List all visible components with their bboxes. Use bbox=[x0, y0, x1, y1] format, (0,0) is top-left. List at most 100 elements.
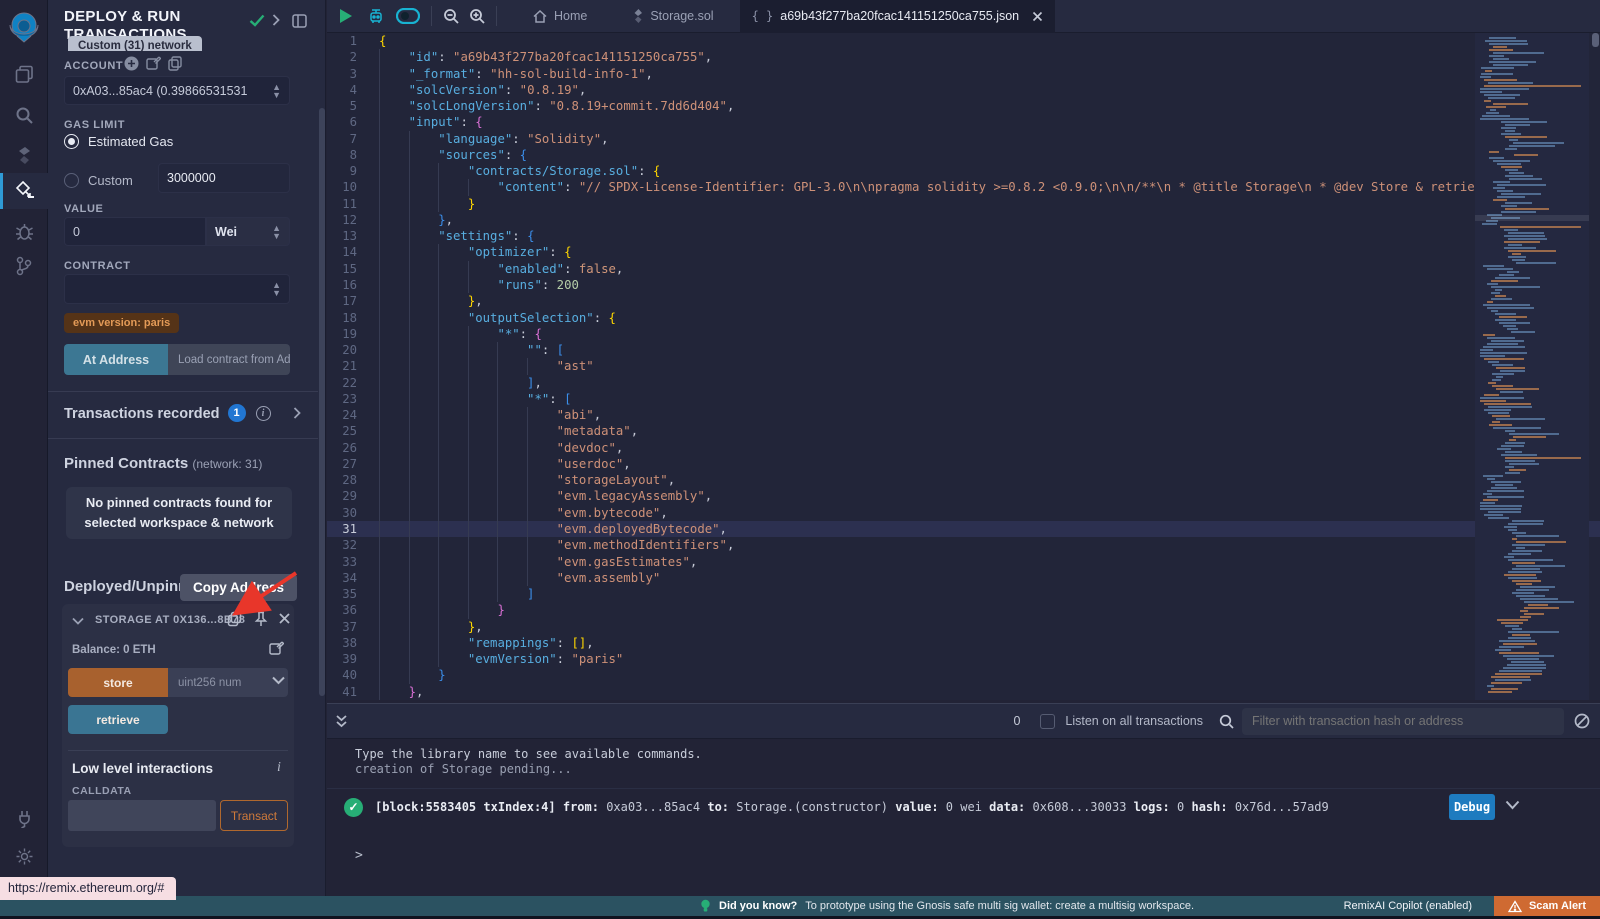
terminal-line: Type the library name to see available c… bbox=[355, 747, 702, 761]
low-level-title: Low level interactions bbox=[72, 761, 213, 776]
expand-log-chevron-icon[interactable] bbox=[1505, 800, 1520, 810]
code-line: 26"devdoc", bbox=[327, 440, 1600, 456]
plugin-manager-icon[interactable] bbox=[0, 800, 48, 836]
code-line: 9"contracts/Storage.sol": { bbox=[327, 163, 1600, 179]
code-line: 19"*": { bbox=[327, 326, 1600, 342]
search-icon[interactable] bbox=[0, 97, 48, 133]
ai-assistant-icon[interactable] bbox=[361, 0, 391, 33]
close-tab-icon[interactable] bbox=[1032, 11, 1043, 22]
solidity-file-icon bbox=[633, 9, 643, 23]
code-line: 31"evm.deployedBytecode", bbox=[327, 521, 1600, 537]
file-explorer-icon[interactable] bbox=[0, 56, 48, 92]
contract-select[interactable]: ▲▼ bbox=[64, 274, 290, 304]
expand-chevron-icon[interactable] bbox=[293, 406, 301, 422]
load-contract-input[interactable]: Load contract from Addr bbox=[168, 344, 290, 375]
edit-balance-icon[interactable] bbox=[269, 641, 284, 656]
copilot-toggle-icon[interactable] bbox=[391, 0, 425, 33]
code-line: 21"ast" bbox=[327, 358, 1600, 374]
retrieve-button[interactable]: retrieve bbox=[68, 705, 168, 734]
gas-custom-radio[interactable]: Custom bbox=[64, 166, 133, 196]
solidity-compiler-icon[interactable] bbox=[0, 137, 48, 173]
git-icon[interactable] bbox=[0, 248, 48, 284]
collapse-chevron-icon[interactable] bbox=[72, 617, 84, 625]
code-line: 12}, bbox=[327, 212, 1600, 228]
store-arg-input[interactable]: uint256 num bbox=[168, 668, 288, 697]
tab-home[interactable]: Home bbox=[521, 0, 599, 33]
evm-version-badge: evm version: paris bbox=[64, 313, 179, 333]
code-line: 4"solcVersion": "0.8.19", bbox=[327, 82, 1600, 98]
icon-rail bbox=[0, 0, 48, 896]
info-icon[interactable]: i bbox=[256, 406, 271, 421]
tip-text: To prototype using the Gnosis safe multi… bbox=[805, 900, 1194, 912]
add-account-icon[interactable] bbox=[124, 56, 139, 71]
clear-console-icon[interactable] bbox=[1574, 713, 1590, 729]
code-line: 30"evm.bytecode", bbox=[327, 505, 1600, 521]
calldata-input[interactable] bbox=[68, 800, 216, 831]
code-line: 5"solcLongVersion": "0.8.19+commit.7dd6d… bbox=[327, 98, 1600, 114]
compile-check-icon bbox=[249, 14, 265, 27]
copy-account-icon[interactable] bbox=[168, 56, 182, 71]
terminal: 0 Listen on all transactions Type the li… bbox=[327, 700, 1600, 896]
editor: Home Storage.sol { } a69b43f277ba20fcac1… bbox=[327, 0, 1600, 700]
terminal-line: creation of Storage pending... bbox=[355, 762, 572, 776]
url-status-tooltip: https://remix.ethereum.org/# bbox=[0, 877, 176, 900]
debugger-icon[interactable] bbox=[0, 213, 48, 249]
run-script-icon[interactable] bbox=[331, 0, 361, 33]
zoom-in-icon[interactable] bbox=[464, 0, 490, 33]
pinned-contracts-title: Pinned Contracts (network: 31) bbox=[64, 455, 262, 472]
pin-panel-icon[interactable] bbox=[292, 14, 307, 28]
gas-custom-input[interactable]: 3000000 bbox=[158, 163, 290, 193]
listen-checkbox[interactable] bbox=[1040, 714, 1055, 729]
terminal-toolbar: 0 Listen on all transactions bbox=[327, 703, 1600, 739]
gas-estimated-radio[interactable]: Estimated Gas bbox=[64, 134, 173, 149]
tab-storage-sol[interactable]: Storage.sol bbox=[621, 0, 725, 33]
deploy-run-icon[interactable] bbox=[0, 173, 48, 209]
code-line: 39"evmVersion": "paris" bbox=[327, 651, 1600, 667]
low-level-info-icon[interactable]: i bbox=[277, 760, 281, 776]
zoom-out-icon[interactable] bbox=[438, 0, 464, 33]
transaction-log-text: [block:5583405 txIndex:4] from: 0xa03...… bbox=[375, 800, 1329, 814]
value-unit-select[interactable]: Wei▲▼ bbox=[206, 217, 290, 246]
code-line: 18"outputSelection": { bbox=[327, 310, 1600, 326]
code-area[interactable]: 1{2"id": "a69b43f277ba20fcac141151250ca7… bbox=[327, 33, 1600, 700]
edit-account-icon[interactable] bbox=[146, 56, 161, 71]
balance-label: Balance: 0 ETH bbox=[72, 644, 156, 656]
chevron-right-icon[interactable] bbox=[272, 14, 280, 26]
debug-button[interactable]: Debug bbox=[1449, 794, 1495, 820]
listen-count: 0 bbox=[1013, 714, 1020, 728]
minimap[interactable] bbox=[1475, 33, 1589, 700]
copilot-status[interactable]: RemixAI Copilot (enabled) bbox=[1344, 900, 1472, 912]
remix-logo-icon[interactable] bbox=[0, 6, 48, 48]
code-line: 37}, bbox=[327, 619, 1600, 635]
terminal-prompt[interactable]: > bbox=[355, 848, 363, 863]
radio-icon bbox=[64, 173, 79, 188]
settings-icon[interactable] bbox=[0, 838, 48, 874]
filter-input[interactable] bbox=[1242, 708, 1564, 735]
remix-ide: DEPLOY & RUNTRANSACTIONS Custom (31) net… bbox=[0, 0, 1600, 919]
expand-args-chevron-icon[interactable] bbox=[272, 676, 285, 685]
at-address-button[interactable]: At Address bbox=[64, 344, 168, 375]
scam-alert-button[interactable]: Scam Alert bbox=[1494, 896, 1600, 916]
code-line: 17}, bbox=[327, 293, 1600, 309]
panel-scrollbar-thumb[interactable] bbox=[319, 108, 325, 696]
account-select[interactable]: 0xA03...85ac4 (0.39866531531 ▲▼ bbox=[64, 76, 290, 105]
contract-label: CONTRACT bbox=[64, 260, 131, 272]
listen-label: Listen on all transactions bbox=[1065, 714, 1203, 728]
tab-json-active[interactable]: { } a69b43f277ba20fcac141151250ca755.jso… bbox=[740, 0, 1056, 33]
value-input[interactable]: 0 bbox=[64, 217, 206, 246]
editor-scrollbar-thumb[interactable] bbox=[1592, 33, 1599, 47]
code-line: 35] bbox=[327, 586, 1600, 602]
braces-icon: { } bbox=[752, 9, 774, 23]
code-line: 40} bbox=[327, 667, 1600, 683]
code-line: 27"userdoc", bbox=[327, 456, 1600, 472]
transactions-recorded[interactable]: Transactions recorded1i bbox=[64, 404, 301, 422]
code-line: 23"*": [ bbox=[327, 391, 1600, 407]
code-line: 20"": [ bbox=[327, 342, 1600, 358]
divider bbox=[48, 391, 318, 392]
terminal-search-icon bbox=[1219, 714, 1234, 729]
collapse-terminal-icon[interactable] bbox=[335, 714, 348, 729]
store-button[interactable]: store bbox=[68, 668, 168, 697]
code-line: 10"content": "// SPDX-License-Identifier… bbox=[327, 179, 1600, 195]
transact-button[interactable]: Transact bbox=[220, 800, 288, 831]
transaction-log-row[interactable]: ✓ [block:5583405 txIndex:4] from: 0xa03.… bbox=[327, 788, 1600, 824]
